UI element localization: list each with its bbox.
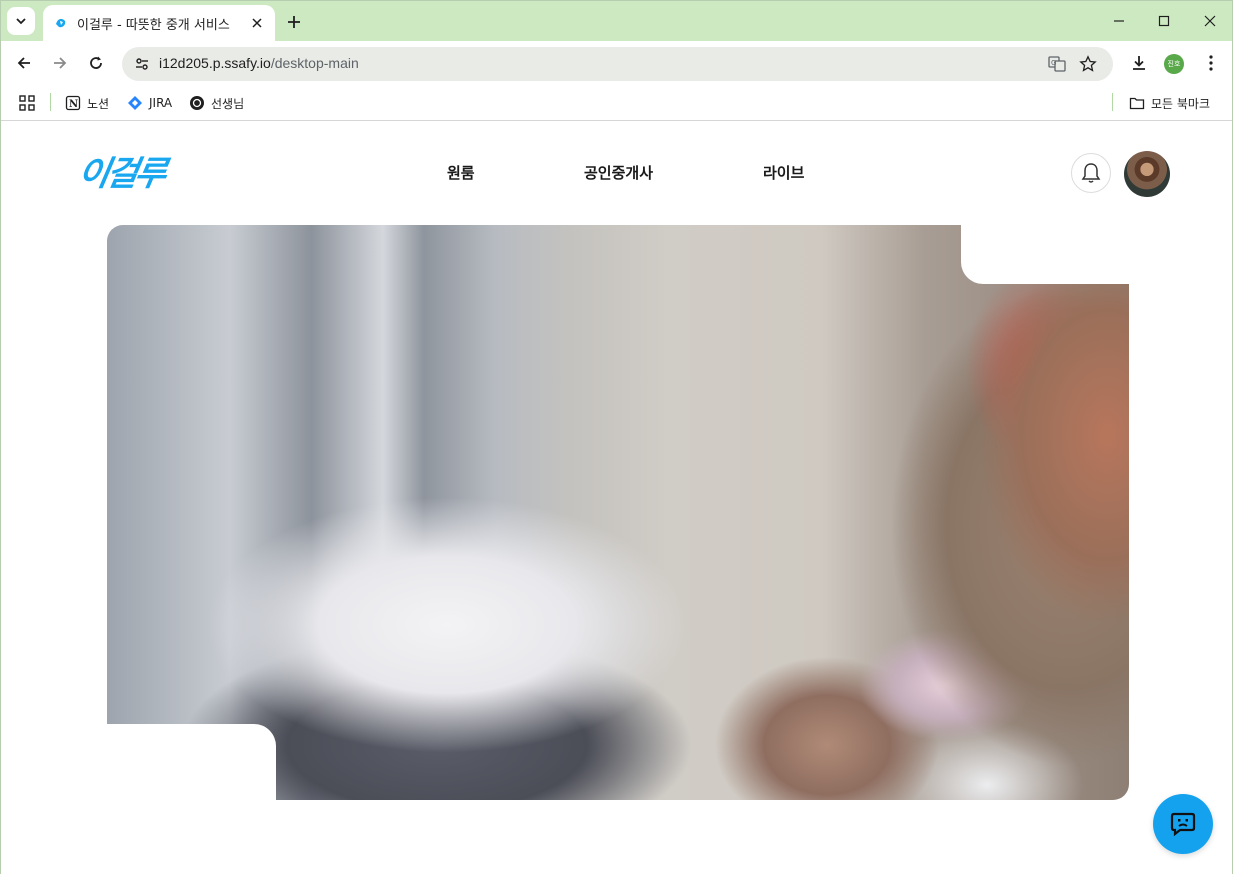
jira-icon — [127, 95, 143, 111]
bookmark-notion[interactable]: N 노션 — [65, 92, 109, 114]
address-bar[interactable]: i12d205.p.ssafy.io/desktop-main G — [122, 47, 1113, 81]
close-icon — [1204, 15, 1216, 27]
downloads-button[interactable] — [1125, 49, 1153, 77]
bookmarks-bar: N 노션 JIRA 선생님 모든 북마크 — [1, 85, 1232, 121]
chat-bubble-icon — [1170, 812, 1196, 837]
forward-button[interactable] — [46, 49, 74, 77]
minimize-button[interactable] — [1096, 1, 1142, 41]
chat-button[interactable] — [1153, 794, 1213, 854]
back-button[interactable] — [10, 49, 38, 77]
tab-strip: 이걸루 - 따뜻한 중개 서비스 — [1, 1, 1232, 41]
notion-icon: N — [65, 95, 81, 111]
tab-title: 이걸루 - 따뜻한 중개 서비스 — [77, 17, 230, 33]
download-icon — [1133, 56, 1145, 70]
bookmark-label: 선생님 — [211, 96, 245, 111]
plus-icon — [288, 16, 300, 28]
notification-button[interactable] — [1071, 153, 1111, 193]
url-path: /desktop-main — [270, 55, 359, 71]
maximize-button[interactable] — [1141, 1, 1187, 41]
bookmark-label: 노션 — [87, 96, 110, 111]
folder-icon — [1129, 95, 1145, 111]
site-info-icon[interactable] — [130, 52, 154, 76]
web-page: 이걸루 원룸 공인중개사 라이브 — [1, 122, 1232, 874]
chevron-down-icon — [16, 18, 26, 25]
openai-icon — [189, 95, 205, 111]
close-icon — [252, 18, 262, 28]
hero-corner-cutout — [961, 225, 1129, 284]
bookmark-star-button[interactable] — [1075, 51, 1101, 77]
hero-image — [107, 225, 1129, 800]
more-vertical-icon — [1209, 55, 1213, 71]
window-close-button[interactable] — [1187, 1, 1233, 41]
profile-avatar-button[interactable]: 진호 — [1164, 54, 1184, 74]
apps-button[interactable] — [19, 92, 35, 114]
star-icon — [1079, 55, 1097, 72]
arrow-left-icon — [17, 57, 30, 69]
user-avatar[interactable] — [1124, 151, 1170, 197]
all-bookmarks-button[interactable]: 모든 북마크 — [1129, 92, 1210, 114]
bookmark-teacher[interactable]: 선생님 — [189, 92, 244, 114]
bookmarks-divider — [1112, 93, 1113, 111]
url-host: i12d205.p.ssafy.io — [159, 55, 271, 71]
nav-oneroom[interactable]: 원룸 — [447, 162, 475, 183]
browser-toolbar: i12d205.p.ssafy.io/desktop-main G 진호 — [1, 41, 1232, 85]
all-bookmarks-label: 모든 북마크 — [1151, 96, 1211, 111]
url-text: i12d205.p.ssafy.io/desktop-main — [159, 55, 359, 71]
svg-text:N: N — [69, 99, 78, 110]
apps-grid-icon — [19, 95, 35, 111]
reload-icon — [90, 56, 102, 69]
reload-button[interactable] — [82, 49, 110, 77]
hero-corner-cutout — [107, 724, 276, 800]
active-tab[interactable]: 이걸루 - 따뜻한 중개 서비스 — [43, 5, 275, 41]
nav-live[interactable]: 라이브 — [763, 162, 804, 183]
tab-close-button[interactable] — [245, 11, 269, 35]
new-tab-button[interactable] — [281, 9, 307, 35]
minimize-icon — [1114, 20, 1124, 22]
browser-menu-button[interactable] — [1197, 49, 1225, 77]
nav-realtor[interactable]: 공인중개사 — [584, 162, 653, 183]
translate-button[interactable]: G — [1044, 51, 1070, 77]
tab-search-button[interactable] — [7, 7, 35, 35]
bookmark-jira[interactable]: JIRA — [127, 92, 172, 114]
bell-icon — [1081, 163, 1101, 183]
bookmarks-divider — [50, 93, 51, 111]
arrow-right-icon — [54, 57, 67, 69]
maximize-icon — [1158, 15, 1170, 27]
site-favicon-icon — [56, 18, 66, 28]
browser-window: 이걸루 - 따뜻한 중개 서비스 i12d205.p.ssafy.io/desk… — [0, 0, 1233, 874]
translate-icon: G — [1048, 56, 1066, 72]
site-logo[interactable]: 이걸루 — [75, 146, 168, 195]
bookmark-label: JIRA — [149, 96, 173, 110]
svg-text:G: G — [1051, 59, 1056, 67]
